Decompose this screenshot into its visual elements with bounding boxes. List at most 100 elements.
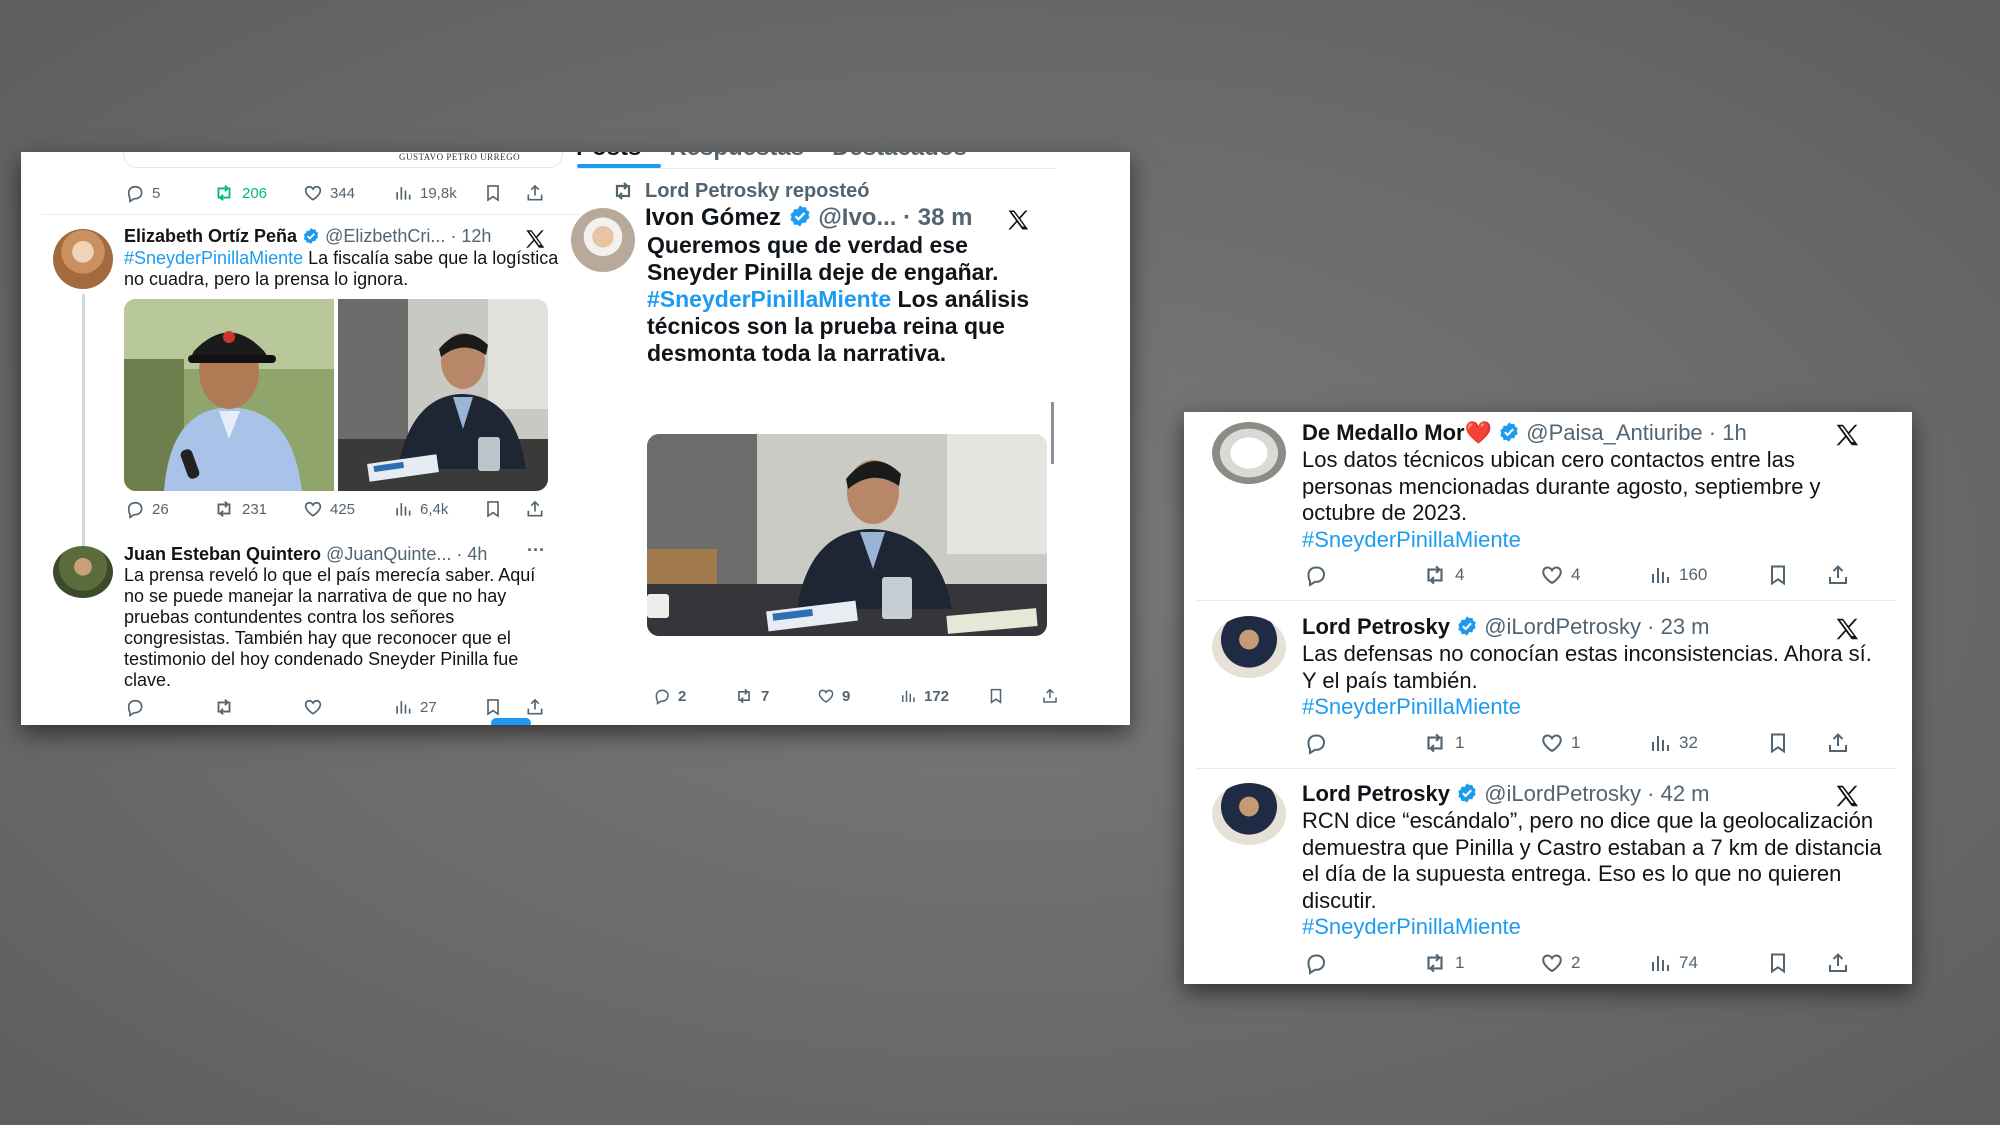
avatar bbox=[1212, 422, 1286, 484]
tab-highlights[interactable]: Destacados bbox=[832, 152, 967, 162]
heart-icon bbox=[817, 687, 835, 705]
repost-button[interactable]: 206 bbox=[213, 182, 303, 204]
author-name[interactable]: De Medallo Mor bbox=[1302, 420, 1465, 445]
share-button[interactable] bbox=[1826, 563, 1850, 587]
like-button[interactable]: 1 bbox=[1540, 731, 1648, 755]
author-handle[interactable]: @Ivo... bbox=[818, 204, 896, 231]
tweet-header: Lord Petrosky @iLordPetrosky · 23 m bbox=[1302, 614, 1710, 640]
share-button[interactable] bbox=[525, 183, 545, 203]
x-logo-icon bbox=[524, 228, 546, 250]
tweet-header: Lord Petrosky @iLordPetrosky · 42 m bbox=[1302, 781, 1710, 807]
bookmark-button[interactable] bbox=[1766, 563, 1826, 587]
tweet-image-left[interactable] bbox=[124, 299, 334, 491]
timestamp[interactable]: · 42 m bbox=[1647, 781, 1709, 806]
reply-button[interactable] bbox=[1304, 951, 1422, 975]
repost-button[interactable]: 7 bbox=[734, 686, 817, 706]
repost-icon bbox=[1422, 730, 1448, 756]
share-button[interactable] bbox=[1826, 951, 1850, 975]
scrollbar[interactable] bbox=[1051, 402, 1054, 464]
like-button[interactable] bbox=[303, 697, 393, 717]
author-handle[interactable]: @JuanQuinte... bbox=[326, 544, 451, 564]
tweet-header: Elizabeth Ortíz Peña @ElizbethCri... · 1… bbox=[124, 226, 491, 247]
bookmark-button[interactable] bbox=[1766, 731, 1826, 755]
hashtag-link[interactable]: #SneyderPinillaMiente bbox=[1302, 914, 1521, 939]
hashtag-link[interactable]: #SneyderPinillaMiente bbox=[647, 286, 891, 312]
author-name[interactable]: Elizabeth Ortíz Peña bbox=[124, 226, 297, 246]
author-handle[interactable]: @iLordPetrosky bbox=[1484, 781, 1641, 806]
author-handle[interactable]: @ElizbethCri... bbox=[325, 226, 445, 246]
author-name[interactable]: Lord Petrosky bbox=[1302, 614, 1450, 639]
x-logo-icon bbox=[1834, 422, 1860, 448]
share-button[interactable] bbox=[1826, 731, 1850, 755]
verified-badge-icon bbox=[1498, 421, 1520, 443]
reply-button[interactable] bbox=[1304, 731, 1422, 755]
bookmark-icon bbox=[1766, 563, 1790, 587]
views-icon bbox=[393, 697, 413, 717]
views-button[interactable]: 6,4k bbox=[393, 499, 483, 519]
hashtag-link[interactable]: #SneyderPinillaMiente bbox=[1302, 527, 1521, 552]
divider bbox=[41, 214, 581, 215]
like-button[interactable]: 344 bbox=[303, 183, 393, 203]
views-button[interactable]: 74 bbox=[1648, 951, 1766, 975]
new-posts-pill[interactable] bbox=[491, 718, 531, 725]
reply-button[interactable]: 5 bbox=[125, 183, 213, 203]
author-handle[interactable]: @Paisa_Antiuribe bbox=[1526, 420, 1702, 445]
like-button[interactable]: 425 bbox=[303, 499, 393, 519]
views-button[interactable]: 160 bbox=[1648, 563, 1766, 587]
views-button[interactable]: 19,8k bbox=[393, 183, 483, 203]
repost-button[interactable]: 1 bbox=[1422, 950, 1540, 976]
views-button[interactable]: 32 bbox=[1648, 731, 1766, 755]
repost-icon bbox=[1422, 950, 1448, 976]
like-button[interactable]: 2 bbox=[1540, 951, 1648, 975]
tweet-text: RCN dice “escándalo”, pero no dice que l… bbox=[1302, 808, 1882, 939]
repost-icon bbox=[611, 179, 635, 203]
bookmark-button[interactable] bbox=[987, 687, 1041, 705]
author-handle[interactable]: @iLordPetrosky bbox=[1484, 614, 1641, 639]
share-icon bbox=[1826, 951, 1850, 975]
avatar bbox=[1212, 616, 1286, 678]
repost-button[interactable]: 4 bbox=[1422, 562, 1540, 588]
more-options-button[interactable]: ··· bbox=[527, 540, 545, 561]
views-icon bbox=[1648, 563, 1672, 587]
like-button[interactable]: 4 bbox=[1540, 563, 1648, 587]
tabs-divider bbox=[576, 168, 1056, 169]
timestamp[interactable]: · 4h bbox=[456, 544, 487, 564]
share-icon bbox=[1826, 563, 1850, 587]
repost-button[interactable] bbox=[213, 696, 303, 718]
tweet-image-right[interactable] bbox=[338, 299, 548, 491]
author-name[interactable]: Lord Petrosky bbox=[1302, 781, 1450, 806]
tab-posts[interactable]: Posts bbox=[576, 152, 641, 162]
repost-button[interactable]: 1 bbox=[1422, 730, 1540, 756]
timestamp[interactable]: · 23 m bbox=[1647, 614, 1709, 639]
reply-button[interactable]: 26 bbox=[125, 499, 213, 519]
share-button[interactable] bbox=[525, 499, 545, 519]
views-button[interactable]: 172 bbox=[899, 687, 987, 705]
author-name[interactable]: Juan Esteban Quintero bbox=[124, 544, 321, 564]
heart-emoji: ❤️ bbox=[1464, 420, 1492, 445]
reply-button[interactable] bbox=[1304, 563, 1422, 587]
bookmark-button[interactable] bbox=[483, 697, 525, 717]
bookmark-icon bbox=[1766, 951, 1790, 975]
hashtag-link[interactable]: #SneyderPinillaMiente bbox=[124, 248, 303, 268]
reply-button[interactable]: 2 bbox=[653, 687, 734, 705]
bookmark-icon bbox=[483, 183, 503, 203]
bookmark-icon bbox=[483, 697, 503, 717]
bookmark-button[interactable] bbox=[483, 183, 525, 203]
timestamp[interactable]: · 1h bbox=[1709, 420, 1747, 445]
repost-button[interactable]: 231 bbox=[213, 498, 303, 520]
bookmark-button[interactable] bbox=[483, 499, 525, 519]
tweet-text: Las defensas no conocían estas inconsist… bbox=[1302, 641, 1872, 719]
bookmark-button[interactable] bbox=[1766, 951, 1826, 975]
tweet-image[interactable] bbox=[647, 434, 1047, 636]
views-button[interactable]: 27 bbox=[393, 697, 483, 717]
timestamp[interactable]: · 38 m bbox=[903, 204, 972, 231]
like-button[interactable]: 9 bbox=[817, 687, 899, 705]
author-name[interactable]: Ivon Gómez bbox=[645, 204, 781, 231]
timestamp[interactable]: · 12h bbox=[450, 226, 491, 246]
hashtag-link[interactable]: #SneyderPinillaMiente bbox=[1302, 694, 1521, 719]
share-button[interactable] bbox=[1041, 687, 1059, 705]
reply-button[interactable] bbox=[125, 697, 213, 717]
share-button[interactable] bbox=[525, 697, 545, 717]
tab-replies[interactable]: Respuestas bbox=[669, 152, 804, 162]
bookmark-icon bbox=[987, 687, 1005, 705]
